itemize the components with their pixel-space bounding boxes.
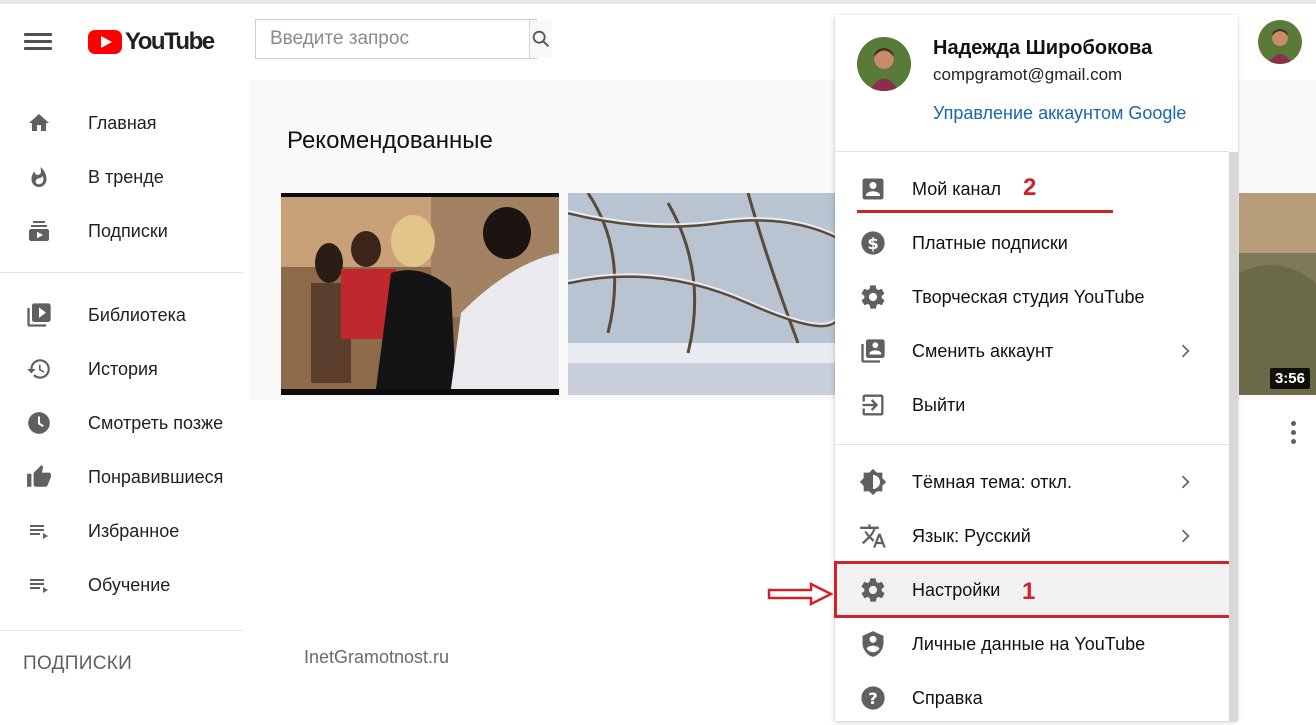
sidebar-item-watch-later[interactable]: Смотреть позже [0,396,248,450]
manage-account-link[interactable]: Управление аккаунтом Google [933,103,1186,124]
sidebar-item-label: Обучение [88,574,171,595]
watermark-text: InetGramotnost.ru [304,647,450,667]
subscriptions-icon [24,216,54,246]
menu-item-label: Личные данные на YouTube [912,633,1146,654]
hamburger-menu-icon[interactable] [24,30,52,52]
menu-divider [835,444,1229,445]
sidebar-item-label: Главная [88,112,157,133]
dollar-icon: $ [858,228,888,258]
menu-item-help[interactable]: ? Справка [835,671,1229,725]
svg-text:$: $ [867,234,878,253]
video-thumbnail[interactable] [568,193,838,395]
chevron-right-icon [1181,529,1190,543]
menu-item-label: Мой канал [912,178,1001,199]
section-title: Рекомендованные [287,127,493,154]
annotation-highlight-box [834,561,1236,618]
video-duration: 3:56 [1269,368,1310,389]
home-icon [24,108,54,138]
avatar[interactable] [1258,20,1302,64]
menu-item-switch-account[interactable]: Сменить аккаунт [835,324,1229,378]
menu-item-label: Выйти [912,394,966,415]
search-icon [532,30,550,48]
thumbs-up-icon [24,462,54,492]
history-icon [24,354,54,384]
subscriptions-section-title: ПОДПИСКИ [23,653,133,674]
sidebar-item-label: История [88,358,158,379]
sidebar-divider [0,630,243,631]
switch-account-icon [858,336,888,366]
menu-scrollbar[interactable] [1229,152,1238,721]
library-icon [24,300,54,330]
logo-text: YouTube [125,28,215,55]
annotation-arrow-icon [767,582,833,606]
chevron-right-icon [1181,475,1190,489]
dancers-image [281,193,559,395]
sign-out-icon [858,390,888,420]
account-email: compgramot@gmail.com [933,65,1123,84]
translate-icon [858,521,888,551]
video-thumbnail[interactable]: 3:56 [1239,193,1316,395]
sidebar-item-home[interactable]: Главная [0,96,248,150]
menu-item-label: Сменить аккаунт [912,340,1054,361]
top-border [0,0,1316,4]
shield-person-icon [858,629,888,659]
youtube-logo[interactable]: YouTube [88,28,215,56]
sidebar-item-library[interactable]: Библиотека [0,288,248,342]
sidebar-item-label: Смотреть позже [88,412,224,433]
menu-divider [835,151,1229,152]
account-name: Надежда Широбокова [933,37,1153,59]
help-icon: ? [858,683,888,713]
search-input[interactable] [256,20,529,58]
menu-item-paid-subscriptions[interactable]: $ Платные подписки [835,216,1229,270]
menu-item-label: Платные подписки [912,232,1068,253]
clock-icon [24,408,54,438]
snow-trees-image [568,193,838,395]
menu-item-language[interactable]: Язык: Русский [835,509,1229,563]
annotation-underline [857,210,1113,213]
menu-item-dark-theme[interactable]: Тёмная тема: откл. [835,455,1229,509]
sidebar-item-label: Понравившиеся [88,466,224,487]
sidebar-item-label: Избранное [88,520,180,541]
video-thumbnail[interactable] [281,193,559,395]
playlist-icon [24,516,54,546]
menu-item-label: Тёмная тема: откл. [912,471,1072,492]
more-options-icon[interactable] [1287,418,1299,446]
sidebar-item-history[interactable]: История [0,342,248,396]
step-2-label: 2 [1023,174,1037,201]
fire-icon [24,162,54,192]
playlist-icon [24,570,54,600]
sidebar-item-label: Подписки [88,220,168,241]
sidebar-item-liked[interactable]: Понравившиеся [0,450,248,504]
menu-item-sign-out[interactable]: Выйти [835,378,1229,432]
sidebar: Главная В тренде Подписки Библиотека Ист… [0,96,248,646]
menu-item-label: Справка [912,687,983,708]
sidebar-item-label: В тренде [88,166,164,187]
menu-item-label: Творческая студия YouTube [912,286,1145,307]
menu-item-personal-data[interactable]: Личные данные на YouTube [835,617,1229,671]
gear-icon [858,282,888,312]
menu-item-label: Язык: Русский [912,525,1031,546]
search-button[interactable] [529,20,552,58]
sidebar-item-learning[interactable]: Обучение [0,558,248,612]
menu-item-creator-studio[interactable]: Творческая студия YouTube [835,270,1229,324]
chevron-right-icon [1181,344,1190,358]
video-image [1239,193,1316,395]
sidebar-item-subscriptions[interactable]: Подписки [0,204,248,258]
account-avatar [857,37,911,91]
search-bar [255,19,552,59]
account-box-icon [858,174,888,204]
sidebar-divider [0,272,243,273]
play-logo-icon [88,30,122,54]
sidebar-item-trending[interactable]: В тренде [0,150,248,204]
sidebar-item-label: Библиотека [88,304,186,325]
sidebar-item-favorites[interactable]: Избранное [0,504,248,558]
svg-text:?: ? [868,689,877,708]
dark-theme-icon [858,467,888,497]
